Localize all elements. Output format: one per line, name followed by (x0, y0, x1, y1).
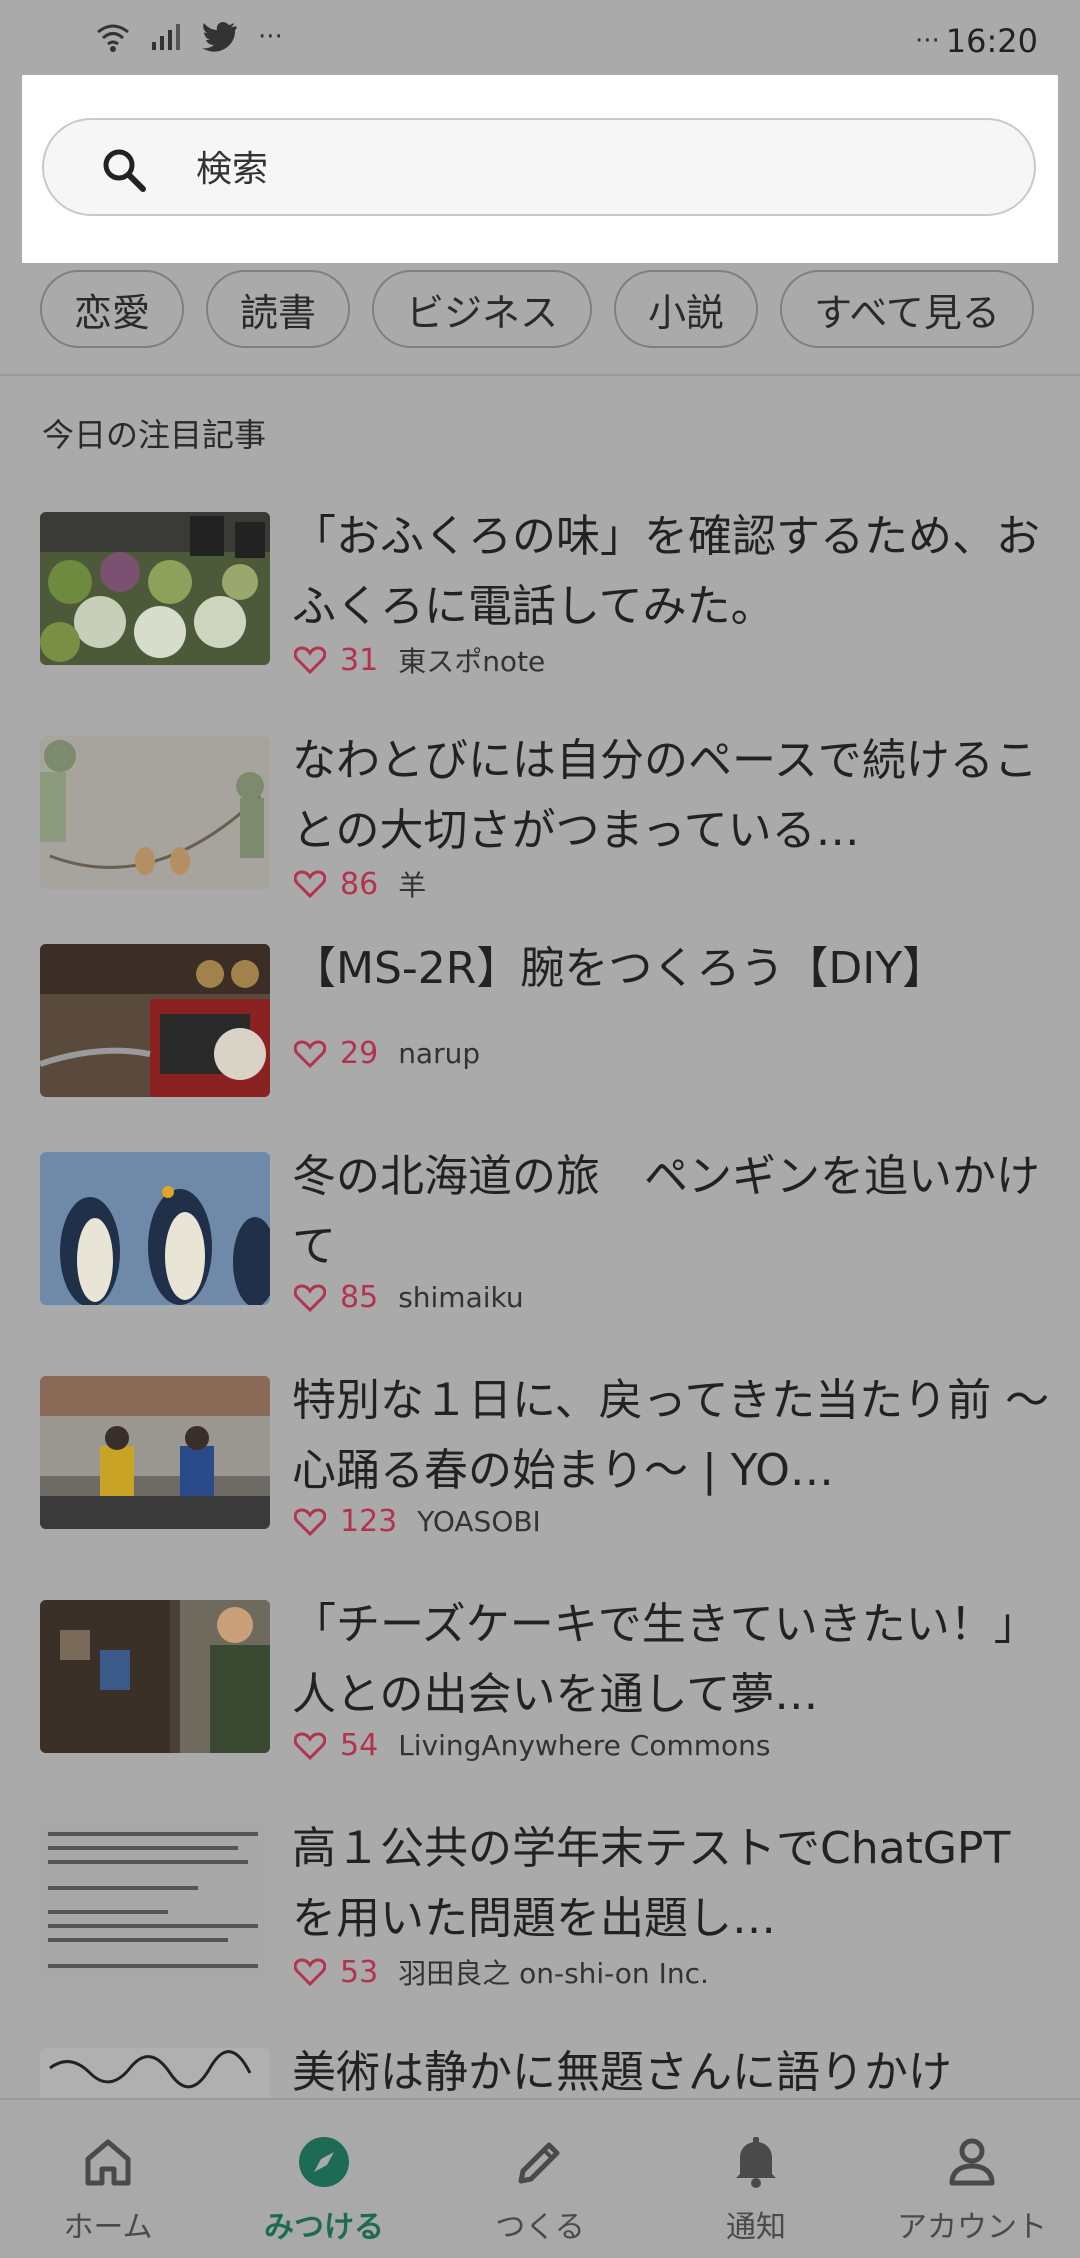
article-author[interactable]: shimaiku (398, 1281, 523, 1314)
compass-icon (299, 2137, 349, 2187)
article-item[interactable]: 【MS-2R】腕をつくろう【DIY】 29 narup (40, 943, 1060, 1154)
article-meta: 85 shimaiku (294, 1280, 524, 1315)
nav-notifications[interactable]: 通知 (648, 2100, 864, 2248)
article-author[interactable]: 東スポnote (398, 640, 545, 680)
status-time: 16:20 (945, 22, 1038, 60)
nav-create-label: つくる (495, 2210, 585, 2245)
article-meta: 29 narup (294, 1036, 480, 1071)
heart-icon (294, 1958, 326, 1986)
article-item[interactable]: 「おふくろの味」を確認するため、おふくろに電話してみた。 31 東スポnote (40, 511, 1060, 722)
like-count: 85 (340, 1280, 379, 1315)
article-meta: 53 羽田良之 on-shi-on Inc. (294, 1952, 709, 1992)
like-count: 86 (340, 866, 379, 902)
nav-discover-label: みつける (264, 2210, 384, 2245)
nav-home[interactable]: ホーム (0, 2100, 216, 2248)
like-count: 54 (340, 1728, 379, 1763)
status-more: ··· (258, 22, 283, 52)
article-author[interactable]: 羊 (398, 864, 426, 904)
article-meta: 54 LivingAnywhere Commons (294, 1728, 771, 1763)
article-title: 高１公共の学年末テストでChatGPTを用いた問題を出題し… (292, 1823, 1011, 1944)
chip-see-all[interactable]: すべて見る (780, 270, 1034, 348)
like-count: 31 (340, 642, 379, 678)
heart-icon (294, 646, 326, 674)
heart-icon (294, 1507, 326, 1536)
twitter-icon (202, 22, 237, 52)
article-title: なわとびには自分のペースで続けることの大切さがつまっている… (292, 735, 1038, 856)
nav-home-label: ホーム (63, 2210, 153, 2245)
chip-reading[interactable]: 読書 (206, 270, 351, 348)
article-title: 「おふくろの味」を確認するため、おふくろに電話してみた。 (292, 511, 1040, 632)
nav-create[interactable]: つくる (432, 2100, 648, 2248)
article-thumbnail (40, 944, 270, 1097)
heart-icon (294, 870, 326, 898)
article-meta: 123 YOASOBI (294, 1504, 541, 1539)
heart-icon (294, 1283, 326, 1312)
search-input[interactable] (194, 140, 998, 198)
bell-icon (736, 2137, 776, 2188)
nav-account[interactable]: アカウント (864, 2100, 1080, 2248)
article-item[interactable]: 「チーズケーキで生きていきたい！」人との出会いを通して夢… 54 LivingA… (40, 1599, 1060, 1810)
article-title: 特別な１日に、戻ってきた当たり前 〜心踊る春の始まり〜 | YO… (292, 1375, 1050, 1496)
like-count: 123 (340, 1504, 398, 1539)
pencil-icon (518, 2142, 560, 2184)
status-time-group: ··· 16:20 (915, 22, 1038, 60)
article-thumbnail (40, 1600, 270, 1753)
article-thumbnail (40, 736, 270, 889)
home-icon (85, 2139, 131, 2186)
article-thumbnail (40, 1152, 270, 1305)
nav-discover[interactable]: みつける (216, 2100, 432, 2248)
search-panel (22, 75, 1058, 263)
category-chips: 恋愛 読書 ビジネス 小説 すべて見る (40, 270, 1034, 348)
chip-novel[interactable]: 小説 (614, 270, 759, 348)
status-bar: ··· ··· 16:20 (0, 0, 1080, 75)
chip-business[interactable]: ビジネス (372, 270, 593, 348)
article-author[interactable]: LivingAnywhere Commons (398, 1729, 770, 1762)
search-field[interactable] (42, 118, 1036, 216)
search-icon (103, 149, 146, 192)
wifi-icon (97, 24, 129, 52)
status-time-prefix: ··· (914, 26, 940, 56)
section-title: 今日の注目記事 (42, 416, 267, 454)
article-thumbnail (40, 1376, 270, 1529)
heart-icon (294, 1039, 326, 1068)
nav-notifications-label: 通知 (726, 2210, 786, 2245)
signal-icon (152, 24, 180, 50)
article-meta: 86 羊 (294, 864, 426, 904)
like-count: 29 (340, 1036, 379, 1071)
article-item[interactable]: 高１公共の学年末テストでChatGPTを用いた問題を出題し… 53 羽田良之 o… (40, 1823, 1060, 2034)
article-item[interactable]: 特別な１日に、戻ってきた当たり前 〜心踊る春の始まり〜 | YO… 123 YO… (40, 1375, 1060, 1586)
heart-icon (294, 1731, 326, 1760)
article-title: 「チーズケーキで生きていきたい！」人との出会いを通して夢… (292, 1599, 1038, 1720)
bottom-navigation: ホーム みつける つくる 通知 アカウント (0, 2098, 1080, 2248)
article-author[interactable]: YOASOBI (417, 1505, 541, 1538)
article-thumbnail (40, 512, 270, 665)
divider (0, 374, 1080, 376)
like-count: 53 (340, 1954, 379, 1990)
article-thumbnail (40, 1824, 270, 1977)
article-title: 冬の北海道の旅 ペンギンを追いかけて (292, 1151, 1040, 1272)
article-title: 【MS-2R】腕をつくろう【DIY】 (292, 943, 947, 994)
article-item[interactable]: なわとびには自分のペースで続けることの大切さがつまっている… 86 羊 (40, 735, 1060, 946)
article-author[interactable]: 羽田良之 on-shi-on Inc. (398, 1952, 709, 1992)
article-item[interactable]: 冬の北海道の旅 ペンギンを追いかけて 85 shimaiku (40, 1151, 1060, 1362)
article-meta: 31 東スポnote (294, 640, 545, 680)
article-author[interactable]: narup (398, 1037, 480, 1070)
chip-romance[interactable]: 恋愛 (40, 270, 185, 348)
person-icon (949, 2138, 995, 2186)
nav-account-label: アカウント (897, 2210, 1047, 2245)
status-icons: ··· (96, 22, 283, 52)
